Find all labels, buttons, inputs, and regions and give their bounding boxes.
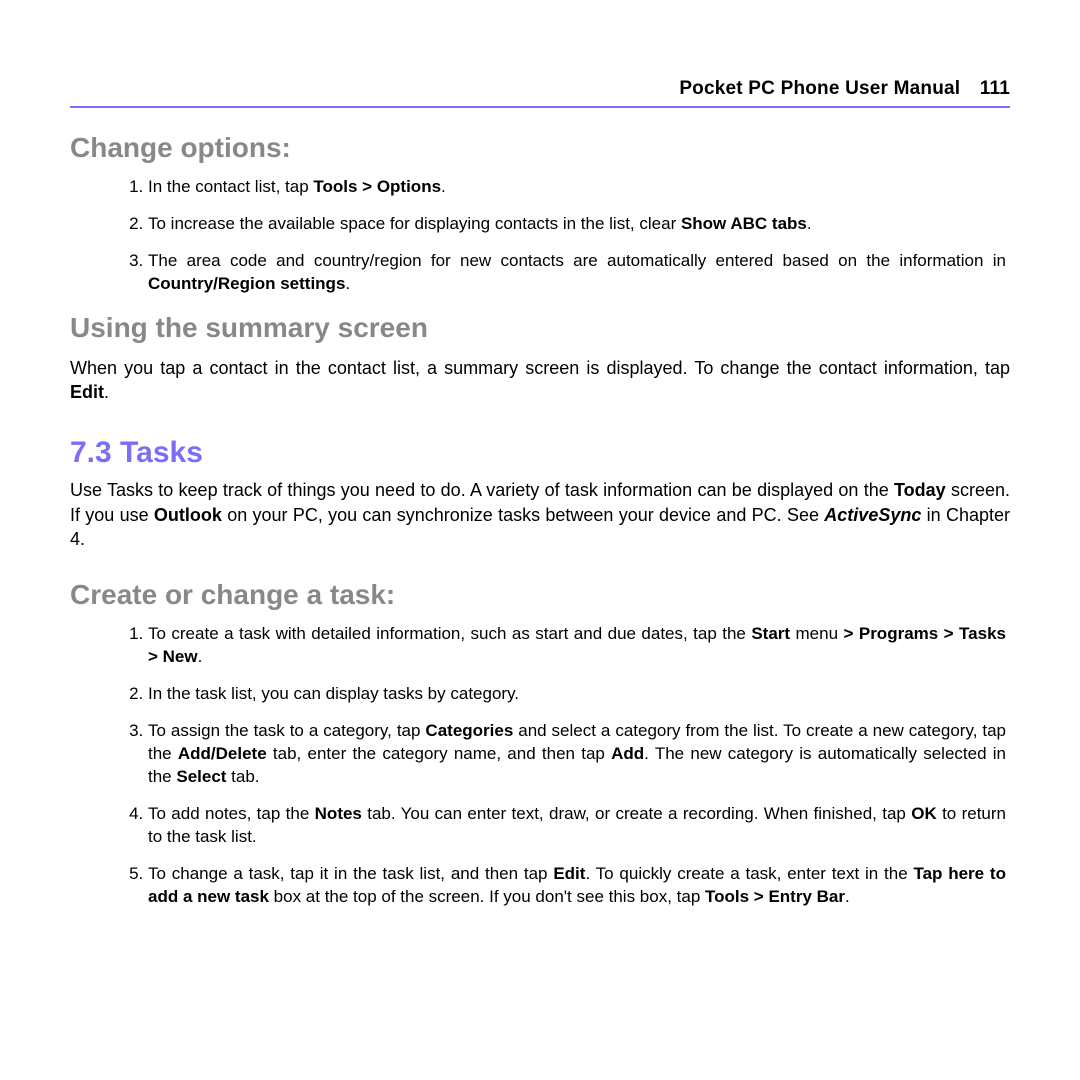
text: To create a task with detailed informati… bbox=[148, 624, 751, 643]
text: tab. bbox=[226, 767, 259, 786]
bold-text: Start bbox=[751, 624, 790, 643]
text: When you tap a contact in the contact li… bbox=[70, 358, 1010, 378]
bold-italic-text: ActiveSync bbox=[824, 505, 921, 525]
text: To assign the task to a category, tap bbox=[148, 721, 425, 740]
list-item: To increase the available space for disp… bbox=[148, 213, 1010, 236]
text: In the task list, you can display tasks … bbox=[148, 684, 519, 703]
text: To change a task, tap it in the task lis… bbox=[148, 864, 553, 883]
heading-summary-screen: Using the summary screen bbox=[70, 312, 1010, 344]
page-container: Pocket PC Phone User Manual 111 Change o… bbox=[0, 0, 1080, 909]
text: tab, enter the category name, and then t… bbox=[267, 744, 611, 763]
list-item: To create a task with detailed informati… bbox=[148, 623, 1010, 669]
heading-create-task: Create or change a task: bbox=[70, 579, 1010, 611]
bold-text: OK bbox=[911, 804, 937, 823]
list-item: To assign the task to a category, tap Ca… bbox=[148, 720, 1010, 789]
text: box at the top of the screen. If you don… bbox=[269, 887, 705, 906]
text: Use Tasks to keep track of things you ne… bbox=[70, 480, 894, 500]
bold-text: Country/Region settings bbox=[148, 274, 345, 293]
create-task-list: To create a task with detailed informati… bbox=[100, 623, 1010, 908]
bold-text: Today bbox=[894, 480, 946, 500]
list-item: To add notes, tap the Notes tab. You can… bbox=[148, 803, 1010, 849]
summary-paragraph: When you tap a contact in the contact li… bbox=[70, 356, 1010, 405]
text: . bbox=[198, 647, 203, 666]
page-header: Pocket PC Phone User Manual 111 bbox=[70, 78, 1010, 108]
text: . bbox=[104, 382, 109, 402]
text: . bbox=[441, 177, 446, 196]
bold-text: Edit bbox=[553, 864, 585, 883]
text: In the contact list, tap bbox=[148, 177, 313, 196]
bold-text: Edit bbox=[70, 382, 104, 402]
bold-text: Notes bbox=[315, 804, 362, 823]
bold-text: Categories bbox=[425, 721, 513, 740]
text: . To quickly create a task, enter text i… bbox=[585, 864, 913, 883]
bold-text: Add/Delete bbox=[178, 744, 267, 763]
bold-text: Outlook bbox=[154, 505, 222, 525]
text: on your PC, you can synchronize tasks be… bbox=[222, 505, 824, 525]
text: To add notes, tap the bbox=[148, 804, 315, 823]
bold-text: Tools > Options bbox=[313, 177, 441, 196]
list-item: The area code and country/region for new… bbox=[148, 250, 1010, 296]
text: . bbox=[845, 887, 850, 906]
manual-title: Pocket PC Phone User Manual bbox=[679, 78, 960, 99]
page-number: 111 bbox=[980, 78, 1010, 99]
bold-text: Add bbox=[611, 744, 644, 763]
change-options-list: In the contact list, tap Tools > Options… bbox=[100, 176, 1010, 296]
bold-text: Show ABC tabs bbox=[681, 214, 807, 233]
text: tab. You can enter text, draw, or create… bbox=[362, 804, 911, 823]
text: The area code and country/region for new… bbox=[148, 251, 1006, 270]
list-item: To change a task, tap it in the task lis… bbox=[148, 863, 1010, 909]
text: menu bbox=[790, 624, 843, 643]
list-item: In the task list, you can display tasks … bbox=[148, 683, 1010, 706]
text: . bbox=[807, 214, 812, 233]
heading-tasks: 7.3 Tasks bbox=[70, 436, 1010, 470]
heading-change-options: Change options: bbox=[70, 132, 1010, 164]
tasks-paragraph: Use Tasks to keep track of things you ne… bbox=[70, 478, 1010, 551]
bold-text: Tools > Entry Bar bbox=[705, 887, 845, 906]
list-item: In the contact list, tap Tools > Options… bbox=[148, 176, 1010, 199]
bold-text: Select bbox=[176, 767, 226, 786]
text: . bbox=[345, 274, 350, 293]
text: To increase the available space for disp… bbox=[148, 214, 681, 233]
